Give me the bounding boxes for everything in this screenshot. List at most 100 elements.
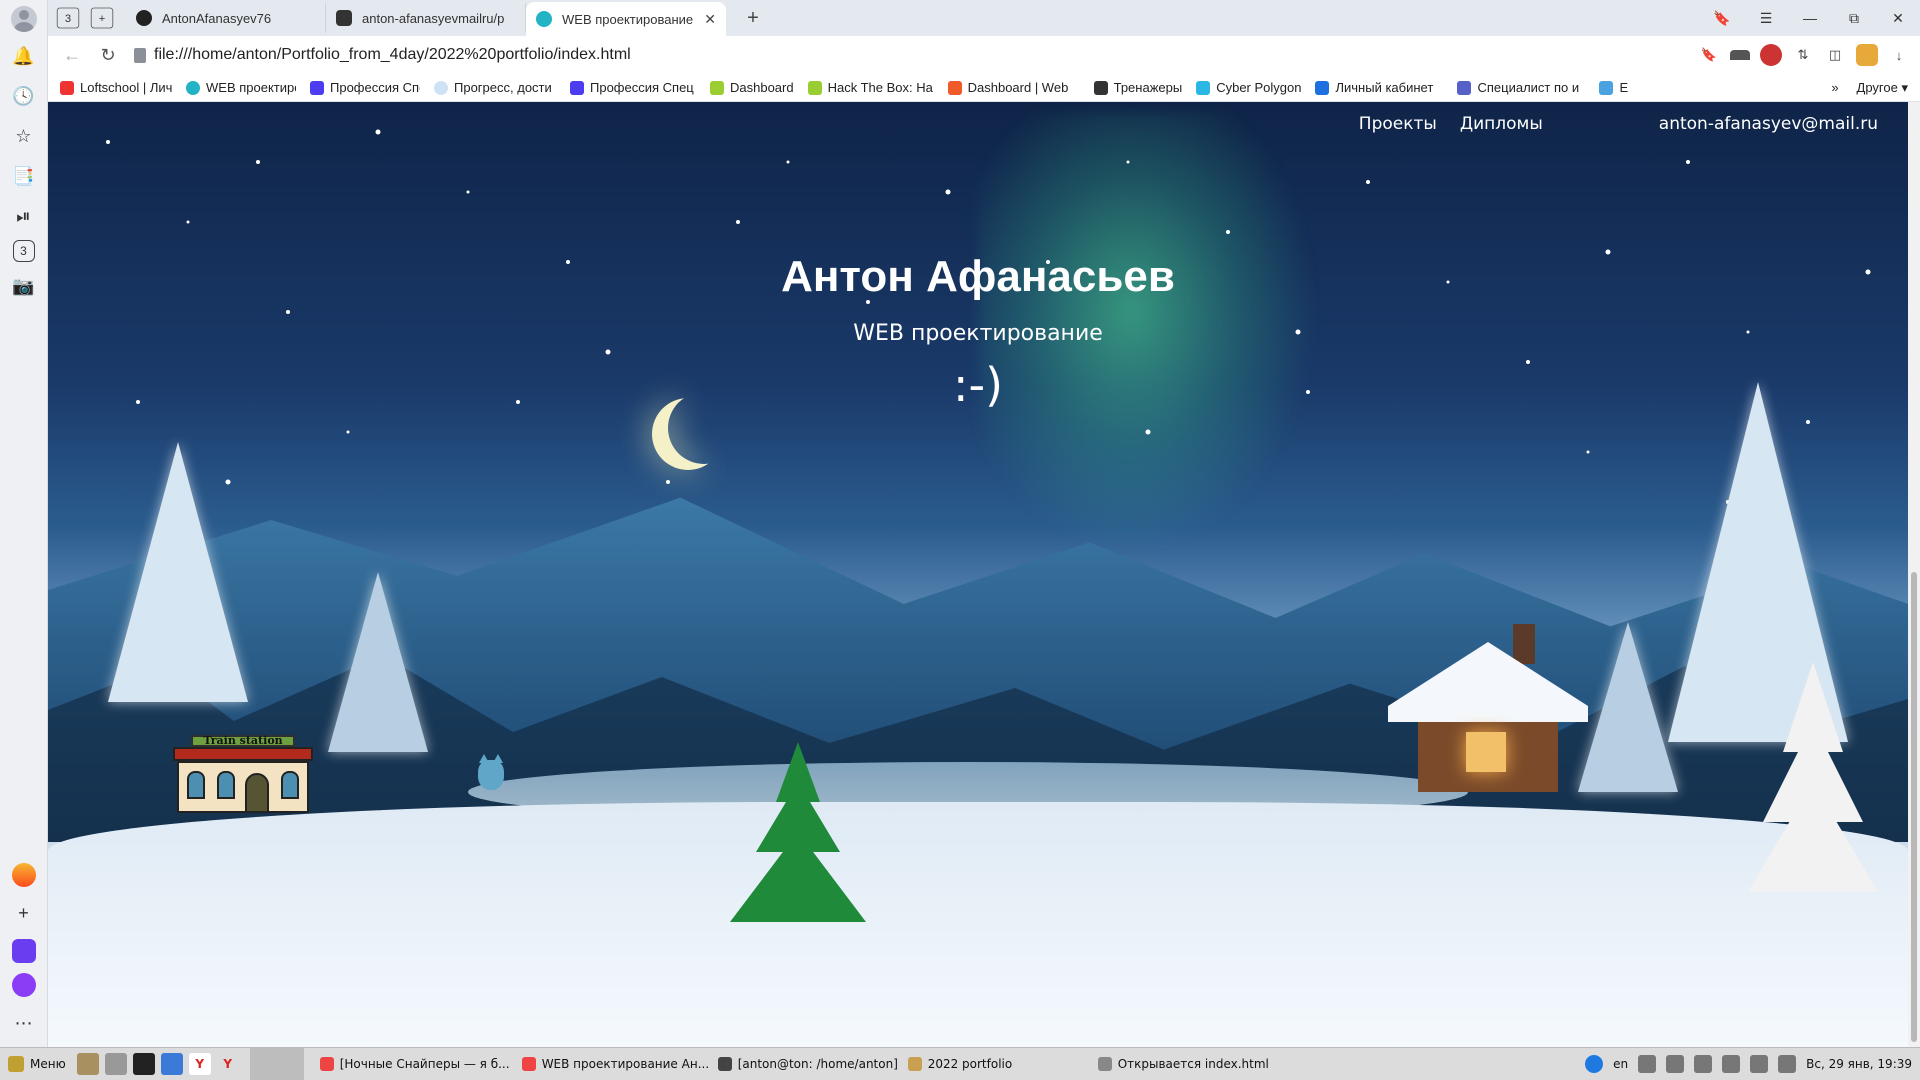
nav-link-projects[interactable]: Проекты <box>1359 114 1437 134</box>
bookmark-tabs-icon[interactable]: 🔖 <box>1700 0 1744 36</box>
volume-icon[interactable] <box>1666 1055 1685 1073</box>
bookmark-item[interactable]: Прогресс, дости <box>434 80 556 95</box>
tab-web-design[interactable]: WEB проектирование ✕ <box>526 2 726 36</box>
page-viewport: Проекты Дипломы anton-afanasyev@mail.ru … <box>48 102 1908 1047</box>
bluetooth-icon[interactable] <box>1585 1055 1604 1073</box>
minimize-icon[interactable]: — <box>1788 0 1832 36</box>
terminal-launcher-icon[interactable] <box>132 1053 155 1075</box>
tab-label: WEB проектирование <box>562 11 694 27</box>
new-folder-icon[interactable]: + <box>90 7 114 29</box>
url-text: file:///home/anton/Portfolio_from_4day/2… <box>154 46 631 63</box>
history-icon[interactable]: 🕓 <box>8 80 40 112</box>
bookmark-item[interactable]: WEB проектиров <box>186 80 296 95</box>
site-favicon-icon <box>536 11 552 27</box>
taskbar-task[interactable]: Открывается index.html <box>1090 1050 1290 1078</box>
network-icon[interactable] <box>1722 1055 1741 1073</box>
cat-sprite[interactable] <box>478 754 504 790</box>
display-icon[interactable] <box>1638 1055 1657 1073</box>
bookmark-item[interactable]: Dashboard | Web <box>947 80 1080 95</box>
clock[interactable]: Вс, 29 янв, 19:39 <box>1806 1057 1912 1071</box>
tab-repo[interactable]: anton-afanasyevmailru/p <box>326 3 526 33</box>
monitor-launcher-icon[interactable] <box>160 1053 183 1075</box>
browser-sidebar: 🔔 🕓 ☆ 📑 ⏯ 3 📷 + ⋯ <box>0 0 48 1047</box>
tabs-counter-icon[interactable]: 3 <box>56 7 80 29</box>
bookmark-item[interactable]: Специалист по и <box>1457 80 1585 95</box>
archive-launcher-icon[interactable] <box>104 1053 127 1075</box>
media-play-icon[interactable]: ⏯ <box>8 200 40 232</box>
extension-sync-icon[interactable]: ⇅ <box>1792 44 1814 66</box>
scrollbar-thumb[interactable] <box>1911 572 1917 1042</box>
bookmark-item[interactable]: Cyber Polygon <box>1196 80 1301 95</box>
bookmark-item[interactable]: Личный кабинет <box>1315 80 1443 95</box>
site-favicon-icon <box>186 80 200 95</box>
bookmark-item[interactable]: Dashboard <box>710 80 794 95</box>
taskbar-task[interactable]: [Ночные Снайперы — я б... <box>312 1050 514 1078</box>
extension-avatar-icon[interactable] <box>1760 44 1782 66</box>
yandex-browser-launcher-icon[interactable]: Y <box>217 1053 239 1075</box>
site-navigation: Проекты Дипломы anton-afanasyev@mail.ru <box>1336 114 1878 134</box>
train-station-graphic[interactable]: Train station <box>173 735 313 825</box>
bookmark-item[interactable]: Тренажеры <box>1093 80 1182 95</box>
notifications-icon[interactable]: 🔔 <box>8 40 40 72</box>
extension-hat-icon[interactable] <box>1730 50 1750 60</box>
extension-wallet-icon[interactable] <box>1856 44 1878 66</box>
other-bookmarks-button[interactable]: Другое ▾ <box>1857 80 1908 96</box>
station-window <box>281 771 299 799</box>
tab-counter-icon[interactable]: 3 <box>12 240 35 262</box>
start-menu-button[interactable]: Меню <box>0 1056 74 1072</box>
profile-avatar[interactable] <box>10 6 37 32</box>
close-tab-icon[interactable]: ✕ <box>704 11 716 28</box>
screenshot-icon[interactable]: 📷 <box>8 270 40 302</box>
alice-assistant-icon[interactable] <box>11 973 36 997</box>
downloads-icon[interactable]: ↓ <box>1888 44 1910 66</box>
battery-icon[interactable] <box>1778 1055 1797 1073</box>
url-field[interactable]: file:///home/anton/Portfolio_from_4day/2… <box>134 46 631 64</box>
yandex-browser-icon <box>319 1057 334 1071</box>
tab-github-profile[interactable]: AntonAfanasyev76 <box>126 3 326 33</box>
station-roof <box>173 747 313 761</box>
bookmark-item[interactable]: E <box>1599 80 1629 95</box>
taskbar-task-active[interactable]: WEB проектирование Ан... <box>514 1050 710 1078</box>
taskbar-task[interactable]: 2022 portfolio <box>900 1050 1090 1078</box>
keyboard-layout-indicator[interactable]: en <box>1613 1057 1628 1071</box>
taskbar-task[interactable]: [anton@ton: /home/anton] <box>710 1050 900 1078</box>
app-icon-purple[interactable] <box>11 939 36 963</box>
reload-icon[interactable]: ↻ <box>90 37 126 73</box>
bookmark-item[interactable]: Профессия Спец <box>310 80 420 95</box>
back-arrow-icon[interactable]: ← <box>54 37 90 73</box>
more-bookmarks-chevron-icon[interactable]: » <box>1831 80 1838 95</box>
yandex-launcher-icon[interactable]: Y <box>188 1053 211 1075</box>
shield-icon <box>336 10 352 26</box>
train-station-sign: Train station <box>191 735 295 747</box>
more-icon[interactable]: ⋯ <box>8 1007 40 1039</box>
tab-label: AntonAfanasyev76 <box>162 10 272 26</box>
cloud-icon <box>434 80 448 95</box>
bookmarks-star-icon[interactable]: ☆ <box>8 120 40 152</box>
files-launcher-icon[interactable] <box>76 1053 99 1075</box>
bookmark-item[interactable]: Профессия Спец <box>570 80 696 95</box>
cabin-chimney <box>1513 624 1535 664</box>
portswigger-icon <box>947 80 962 95</box>
close-window-icon[interactable]: ✕ <box>1876 0 1920 36</box>
cyber-polygon-icon <box>1196 80 1211 95</box>
restore-icon[interactable]: ⧉ <box>1832 0 1876 36</box>
new-tab-button[interactable]: + <box>738 3 768 33</box>
add-panel-icon[interactable]: + <box>8 897 40 929</box>
collections-icon[interactable]: 📑 <box>8 160 40 192</box>
bookmark-icon[interactable]: 🔖 <box>1698 44 1720 66</box>
signal-icon[interactable] <box>1750 1055 1769 1073</box>
nav-link-diplomas[interactable]: Дипломы <box>1460 114 1543 134</box>
tab-strip: 3 + AntonAfanasyev76 anton-afanasyevmail… <box>48 0 1920 36</box>
menu-icon[interactable]: ☰ <box>1744 0 1788 36</box>
document-icon <box>1097 1057 1112 1071</box>
page-scrollbar[interactable] <box>1908 102 1920 1047</box>
bookmark-item[interactable]: Loftschool | Личн <box>60 80 172 95</box>
bookmark-item[interactable]: Hack The Box: Ha <box>807 80 934 95</box>
snowy-ground <box>48 802 1908 1047</box>
clipboard-icon[interactable] <box>1694 1055 1713 1073</box>
extension-puzzle-icon[interactable]: ◫ <box>1824 44 1846 66</box>
nav-link-email[interactable]: anton-afanasyev@mail.ru <box>1659 114 1878 134</box>
yandex-browser-icon <box>521 1057 536 1071</box>
page-subtitle: WEB проектирование <box>853 321 1103 346</box>
app-icon-orange[interactable] <box>11 863 36 887</box>
